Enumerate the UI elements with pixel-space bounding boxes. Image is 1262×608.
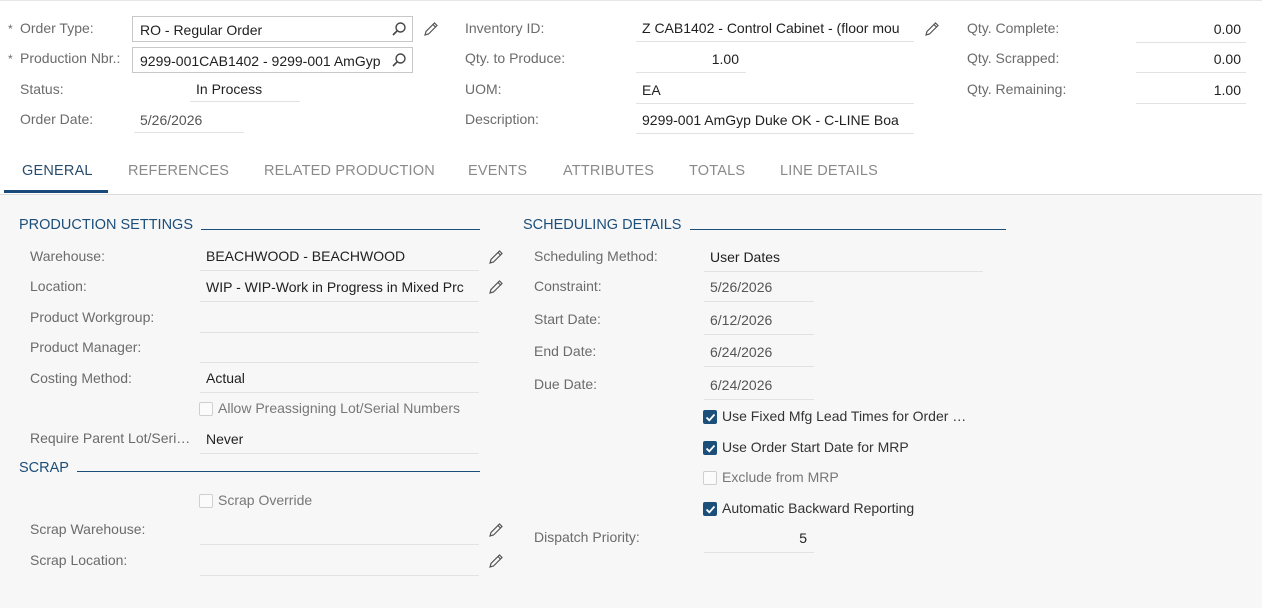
scrap-warehouse-label: Scrap Warehouse:: [30, 521, 146, 537]
required-mark: *: [8, 52, 13, 66]
edit-inventory-icon[interactable]: [924, 21, 940, 37]
order-date-label: Order Date:: [20, 111, 94, 127]
section-divider: [690, 229, 1006, 230]
require-parent-lot-value[interactable]: Never: [200, 431, 479, 454]
search-icon[interactable]: [391, 52, 407, 68]
end-date-label: End Date:: [534, 343, 597, 359]
checkmark-icon: [705, 413, 716, 422]
scheduling-method-value[interactable]: User Dates: [704, 249, 983, 272]
qty-complete-value: 0.00: [1136, 21, 1246, 43]
checkmark-icon: [705, 444, 716, 453]
order-start-mrp-label: Use Order Start Date for MRP: [722, 439, 909, 455]
production-settings-title: PRODUCTION SETTINGS: [19, 217, 194, 233]
tab-attributes[interactable]: ATTRIBUTES: [563, 163, 654, 179]
allow-preassigning-label: Allow Preassigning Lot/Serial Numbers: [218, 400, 460, 416]
tab-totals[interactable]: TOTALS: [689, 163, 745, 179]
scrap-override-label: Scrap Override: [218, 492, 313, 508]
scheduling-details-title: SCHEDULING DETAILS: [523, 217, 682, 233]
end-date-value[interactable]: 6/24/2026: [704, 344, 814, 367]
tab-references[interactable]: REFERENCES: [128, 163, 229, 179]
qty-scrapped-value: 0.00: [1136, 51, 1246, 73]
location-label: Location:: [30, 278, 87, 294]
scheduling-method-label: Scheduling Method:: [534, 248, 658, 264]
qty-scrapped-label: Qty. Scrapped:: [967, 50, 1060, 66]
qty-to-produce-label: Qty. to Produce:: [465, 50, 566, 66]
status-value: In Process: [190, 81, 300, 102]
order-header: * Order Type: RO - Regular Order * Produ…: [0, 0, 1262, 151]
product-workgroup-field[interactable]: [200, 309, 479, 333]
order-type-selector[interactable]: RO - Regular Order: [132, 16, 413, 42]
search-icon[interactable]: [391, 21, 407, 37]
production-nbr-value: 9299-001CAB1402 - 9299-001 AmGyp: [140, 53, 381, 69]
edit-order-type-icon[interactable]: [423, 21, 439, 37]
required-mark: *: [8, 22, 13, 36]
status-label: Status:: [20, 81, 64, 97]
production-nbr-label: Production Nbr.:: [20, 50, 121, 66]
scrap-warehouse-field[interactable]: [200, 521, 479, 545]
scrap-location-label: Scrap Location:: [30, 552, 128, 568]
active-tab-indicator: [4, 190, 108, 193]
qty-remaining-label: Qty. Remaining:: [967, 81, 1067, 97]
product-workgroup-label: Product Workgroup:: [30, 309, 155, 325]
costing-method-value[interactable]: Actual: [200, 370, 479, 393]
dispatch-priority-value[interactable]: 5: [704, 530, 814, 553]
allow-preassigning-checkbox[interactable]: [199, 402, 213, 416]
edit-location-icon[interactable]: [488, 279, 504, 295]
tab-events[interactable]: EVENTS: [468, 163, 527, 179]
qty-to-produce-value[interactable]: 1.00: [636, 51, 746, 73]
edit-scrap-location-icon[interactable]: [488, 553, 504, 569]
product-manager-field[interactable]: [200, 339, 479, 363]
qty-remaining-value: 1.00: [1136, 82, 1246, 104]
warehouse-label: Warehouse:: [30, 248, 105, 264]
due-date-value[interactable]: 6/24/2026: [704, 377, 814, 400]
due-date-label: Due Date:: [534, 376, 598, 392]
scrap-location-field[interactable]: [200, 552, 479, 576]
exclude-mrp-label: Exclude from MRP: [722, 469, 839, 485]
dispatch-priority-label: Dispatch Priority:: [534, 529, 640, 545]
order-start-mrp-checkbox[interactable]: [703, 441, 717, 455]
order-type-value: RO - Regular Order: [140, 22, 263, 38]
exclude-mrp-checkbox[interactable]: [703, 471, 717, 485]
qty-complete-label: Qty. Complete:: [967, 20, 1060, 36]
product-manager-label: Product Manager:: [30, 339, 142, 355]
description-value[interactable]: 9299-001 AmGyp Duke OK - C-LINE Boa: [636, 112, 914, 134]
warehouse-value[interactable]: BEACHWOOD - BEACHWOOD: [200, 248, 479, 271]
scrap-override-checkbox[interactable]: [199, 494, 213, 508]
uom-value[interactable]: EA: [636, 82, 914, 104]
fixed-mfg-lead-checkbox[interactable]: [703, 410, 717, 424]
section-divider: [201, 229, 480, 230]
edit-scrap-warehouse-icon[interactable]: [488, 522, 504, 538]
location-value[interactable]: WIP - WIP-Work in Progress in Mixed Prc: [200, 279, 479, 302]
fixed-mfg-lead-label: Use Fixed Mfg Lead Times for Order …: [722, 408, 967, 424]
constraint-value[interactable]: 5/26/2026: [704, 279, 814, 302]
production-nbr-selector[interactable]: 9299-001CAB1402 - 9299-001 AmGyp: [132, 47, 413, 73]
require-parent-lot-label: Require Parent Lot/Seri…: [30, 430, 191, 446]
start-date-value[interactable]: 6/12/2026: [704, 312, 814, 335]
constraint-label: Constraint:: [534, 278, 602, 294]
order-date-value[interactable]: 5/26/2026: [134, 112, 244, 133]
auto-backward-checkbox[interactable]: [703, 502, 717, 516]
inventory-id-label: Inventory ID:: [465, 20, 545, 36]
section-divider: [77, 471, 480, 472]
edit-warehouse-icon[interactable]: [488, 249, 504, 265]
uom-label: UOM:: [465, 81, 502, 97]
checkmark-icon: [705, 505, 716, 514]
description-label: Description:: [465, 111, 539, 127]
inventory-id-value[interactable]: Z CAB1402 - Control Cabinet - (floor mou: [636, 20, 914, 42]
tab-bar: GENERAL REFERENCES RELATED PRODUCTION EV…: [0, 150, 1262, 195]
order-type-label: Order Type:: [20, 20, 94, 36]
tab-line-details[interactable]: LINE DETAILS: [780, 163, 878, 179]
auto-backward-label: Automatic Backward Reporting: [722, 500, 915, 516]
scrap-title: SCRAP: [19, 460, 69, 476]
costing-method-label: Costing Method:: [30, 370, 132, 386]
tab-related-production[interactable]: RELATED PRODUCTION: [264, 163, 435, 179]
start-date-label: Start Date:: [534, 311, 601, 327]
tab-general[interactable]: GENERAL: [22, 163, 93, 179]
